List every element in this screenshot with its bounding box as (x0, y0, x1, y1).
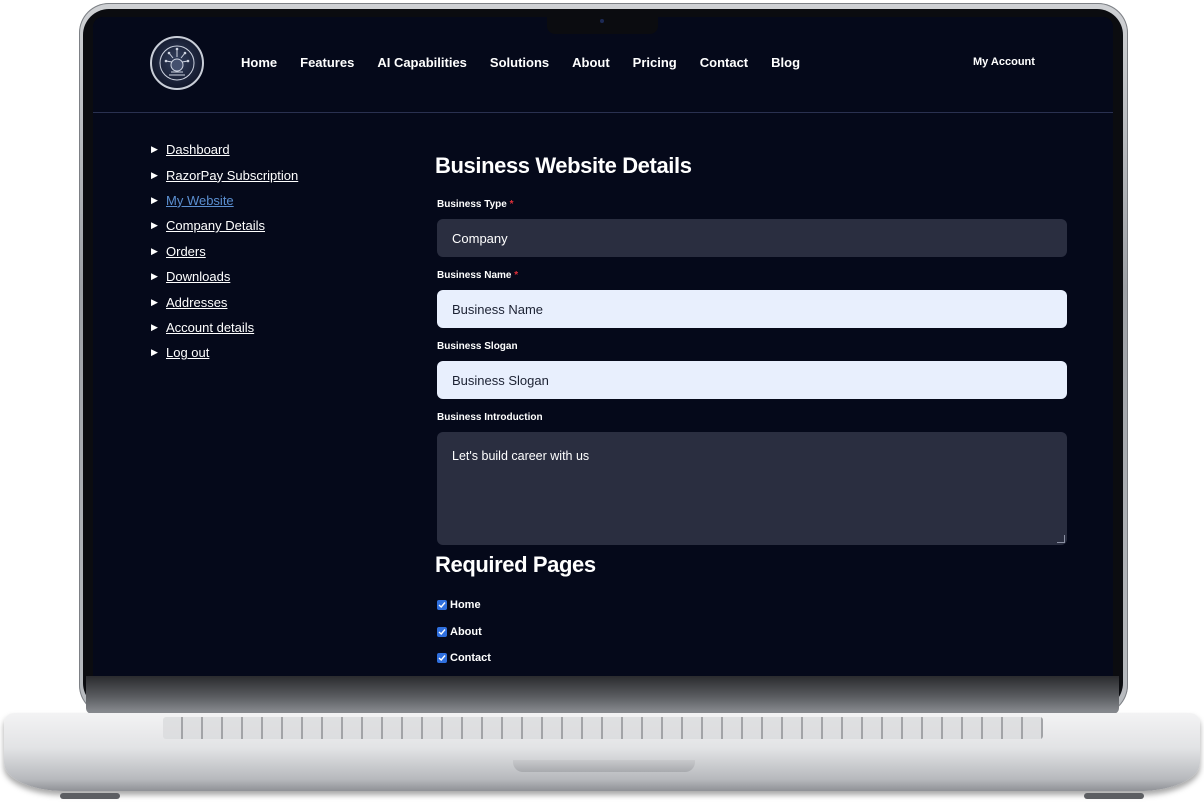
sidebar-item-label[interactable]: RazorPay Subscription (166, 168, 298, 183)
triangle-right-icon: ▶ (151, 347, 158, 358)
checkbox-label: About (450, 625, 482, 638)
page-title: Business Website Details (435, 153, 692, 178)
screen: Home Features AI Capabilities Solutions … (93, 17, 1113, 676)
sidebar-item-orders[interactable]: ▶ Orders (151, 239, 298, 264)
triangle-right-icon: ▶ (151, 169, 158, 180)
sidebar-item-account-details[interactable]: ▶ Account details (151, 315, 298, 340)
checkbox-checked-icon[interactable] (437, 626, 447, 637)
laptop-mockup: Home Features AI Capabilities Solutions … (0, 0, 1204, 805)
sidebar-item-dashboard[interactable]: ▶ Dashboard (151, 137, 298, 162)
business-type-select[interactable]: Company (437, 219, 1067, 257)
keyboard (163, 717, 1043, 739)
page-checkbox-home[interactable]: Home (437, 592, 1067, 619)
sidebar-item-label[interactable]: Downloads (166, 269, 230, 284)
triangle-right-icon: ▶ (151, 296, 158, 307)
laptop-foot (60, 793, 120, 799)
business-intro-value: Let's build career with us (452, 449, 590, 463)
sidebar-item-company-details[interactable]: ▶ Company Details (151, 213, 298, 238)
sidebar-item-label[interactable]: Company Details (166, 218, 265, 233)
business-intro-textarea[interactable]: Let's build career with us (437, 432, 1067, 545)
sidebar-item-log-out[interactable]: ▶ Log out (151, 340, 298, 365)
required-asterisk: * (509, 199, 514, 210)
triangle-right-icon: ▶ (151, 194, 158, 205)
triangle-right-icon: ▶ (151, 245, 158, 256)
business-slogan-label: Business Slogan (437, 341, 518, 352)
nav-contact[interactable]: Contact (700, 55, 748, 70)
triangle-right-icon: ▶ (151, 321, 158, 332)
nav-pricing[interactable]: Pricing (633, 55, 677, 70)
main-nav: Home Features AI Capabilities Solutions … (241, 55, 823, 70)
sidebar-item-label[interactable]: Account details (166, 320, 254, 335)
sidebar-item-downloads[interactable]: ▶ Downloads (151, 264, 298, 289)
camera-icon (600, 19, 604, 23)
sidebar-item-label[interactable]: Orders (166, 244, 206, 259)
nav-blog[interactable]: Blog (771, 55, 800, 70)
triangle-right-icon: ▶ (151, 144, 158, 155)
website-details-form: Business Website Details Business Type *… (435, 153, 1067, 672)
sidebar-item-addresses[interactable]: ▶ Addresses (151, 289, 298, 314)
my-account-link[interactable]: My Account (973, 56, 1035, 68)
nav-home[interactable]: Home (241, 55, 277, 70)
sidebar-item-razorpay-subscription[interactable]: ▶ RazorPay Subscription (151, 162, 298, 187)
laptop-foot (1084, 793, 1144, 799)
sidebar-item-label[interactable]: Dashboard (166, 142, 230, 157)
laptop-hinge (86, 676, 1119, 714)
business-name-input[interactable]: Business Name (437, 290, 1067, 328)
business-name-label: Business Name * (437, 270, 519, 281)
nav-solutions[interactable]: Solutions (490, 55, 549, 70)
circuit-emblem-logo[interactable] (150, 36, 204, 90)
sidebar-item-my-website[interactable]: ▶ My Website (151, 188, 298, 213)
nav-features[interactable]: Features (300, 55, 354, 70)
required-pages-title: Required Pages (435, 552, 596, 577)
page-checkbox-about[interactable]: About (437, 619, 1067, 646)
triangle-right-icon: ▶ (151, 220, 158, 231)
triangle-right-icon: ▶ (151, 271, 158, 282)
camera-notch (547, 14, 658, 34)
business-slogan-input[interactable]: Business Slogan (437, 361, 1067, 399)
checkbox-checked-icon[interactable] (437, 600, 447, 611)
nav-about[interactable]: About (572, 55, 610, 70)
checkbox-label: Home (450, 599, 481, 612)
sidebar-item-label[interactable]: Addresses (166, 295, 227, 310)
account-sidebar: ▶ Dashboard ▶ RazorPay Subscription ▶ My… (151, 137, 298, 366)
required-asterisk: * (514, 270, 519, 281)
checkbox-checked-icon[interactable] (437, 653, 447, 664)
sidebar-item-label[interactable]: My Website (166, 193, 234, 208)
logo-emblem-icon (159, 45, 195, 81)
touchpad-notch (513, 760, 695, 772)
sidebar-item-label[interactable]: Log out (166, 345, 209, 360)
checkbox-label: Contact (450, 652, 491, 665)
page-checkbox-contact[interactable]: Contact (437, 645, 1067, 672)
resize-handle-icon[interactable] (1057, 535, 1065, 543)
business-type-label: Business Type * (437, 199, 514, 210)
nav-ai-capabilities[interactable]: AI Capabilities (377, 55, 467, 70)
business-intro-label: Business Introduction (437, 412, 543, 423)
